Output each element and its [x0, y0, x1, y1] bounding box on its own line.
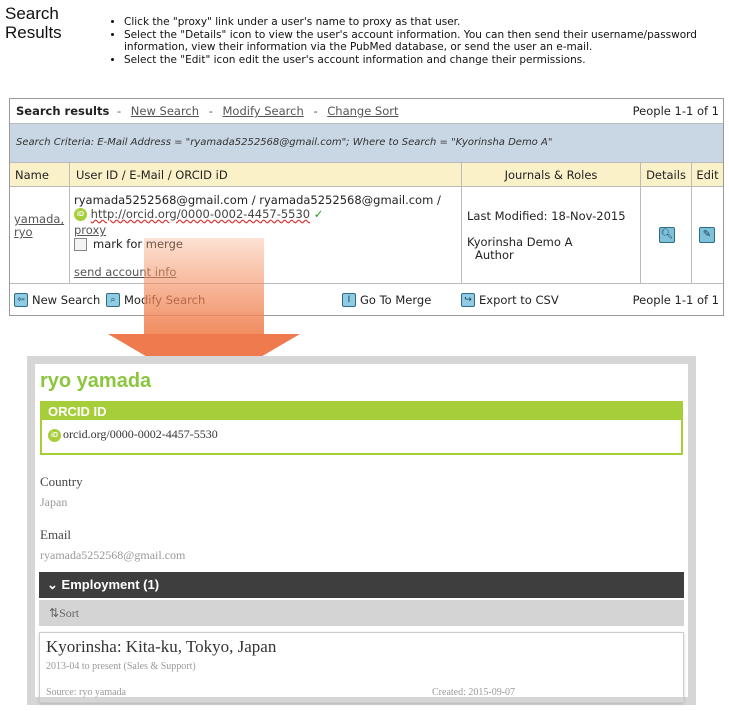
col-header-journals: Journals & Roles [462, 163, 641, 187]
sort-label: Sort [59, 606, 80, 620]
journals-cell: Last Modified: 18-Nov-2015 Kyorinsha Dem… [462, 187, 641, 284]
email-value: ryamada5252568@gmail.com [40, 548, 186, 562]
magnifier-icon[interactable]: 🔍︎ [659, 227, 675, 243]
table-row: yamada, ryo [10, 187, 70, 284]
employment-source: Source: ryo yamada [46, 687, 126, 698]
sort-bar[interactable]: ⇅Sort [39, 600, 684, 626]
separator: - [208, 104, 213, 118]
orcid-profile-panel: ryo yamada ORCID ID iD orcid.org/0000-000… [27, 356, 696, 705]
employment-header[interactable]: ⌄ Employment (1) [39, 572, 684, 598]
results-heading: Search results [16, 104, 110, 118]
go-to-merge-label: Go To Merge [360, 293, 432, 307]
separator: / [436, 193, 441, 207]
change-sort-link[interactable]: Change Sort [327, 104, 398, 118]
user-name-link[interactable]: yamada, ryo [14, 213, 68, 239]
results-count: People 1-1 of 1 [632, 104, 719, 118]
separator: / [251, 193, 256, 207]
country-label: Country [40, 474, 83, 489]
employment-dates: 2013-04 to present (Sales & Support) [46, 661, 196, 672]
orcid-line: iD http://orcid.org/0000-0002-4457-5530 … [74, 207, 323, 221]
chevron-down-icon: ⌄ [47, 577, 58, 592]
last-modified-label: Last Modified: [467, 209, 548, 223]
employment-heading: Employment (1) [61, 577, 160, 592]
col-header-details: Details [641, 163, 692, 187]
new-search-label: New Search [32, 293, 101, 307]
pencil-icon[interactable]: ✎ [699, 227, 715, 243]
orcid-url-link[interactable]: http://orcid.org/0000-0002-4457-5530 [91, 207, 310, 221]
col-header-user: User ID / E-Mail / ORCID iD [70, 163, 462, 187]
col-header-edit: Edit [692, 163, 723, 187]
search-criteria: Search Criteria: E-Mail Address = "ryama… [10, 124, 723, 163]
employment-org: Kyorinsha: Kita-ku, Tokyo, Japan [46, 637, 277, 656]
results-header: Search results - New Search - Modify Sea… [10, 99, 723, 124]
results-count-footer: People 1-1 of 1 [632, 293, 719, 307]
export-csv-button[interactable]: ↪ Export to CSV [461, 285, 559, 315]
check-icon: ✓ [313, 207, 324, 221]
user-cell: ryamada5252568@gmail.com / ryamada525256… [70, 187, 462, 284]
merge-checkbox[interactable] [74, 237, 87, 251]
sort-arrows-icon: ⇅ [49, 606, 60, 620]
new-search-button[interactable]: ⇦ New Search [14, 285, 100, 315]
new-search-link[interactable]: New Search [131, 104, 199, 118]
edit-cell: ✎ [692, 187, 723, 284]
instruction-item: Select the "Edit" icon edit the user's a… [124, 54, 729, 67]
orcid-id-heading: ORCID ID [42, 403, 681, 420]
employment-card: Kyorinsha: Kita-ku, Tokyo, Japan 2013-04… [39, 632, 684, 703]
last-modified-date: 18-Nov-2015 [551, 209, 626, 223]
instruction-item: Click the "proxy" link under a user's na… [124, 16, 729, 29]
email-label: Email [40, 527, 72, 542]
merge-icon: Ⅰ [342, 293, 356, 307]
separator: - [313, 104, 318, 118]
search-results-panel: Search results - New Search - Modify Sea… [9, 98, 724, 316]
instructions-list: Click the "proxy" link under a user's na… [108, 16, 729, 66]
go-to-merge-button[interactable]: Ⅰ Go To Merge [342, 285, 431, 315]
orcid-id-value[interactable]: orcid.org/0000-0002-4457-5530 [63, 427, 218, 441]
user-id-line: ryamada5252568@gmail.com / ryamada525256… [74, 193, 441, 207]
col-header-name: Name [10, 163, 70, 187]
orcid-id-icon: iD [74, 208, 87, 221]
results-footer: ⇦ New Search ⌕ Modify Search Ⅰ Go To Mer… [10, 285, 723, 315]
orcid-id-box: ORCID ID iD orcid.org/0000-0002-4457-5530 [40, 401, 683, 455]
proxy-link[interactable]: proxy [74, 223, 106, 237]
modify-search-link[interactable]: Modify Search [223, 104, 304, 118]
journal-role: Author [475, 248, 514, 262]
export-icon: ↪ [461, 293, 475, 307]
user-id: ryamada5252568@gmail.com [74, 193, 249, 207]
magnifier-icon: ⌕ [106, 293, 120, 307]
details-cell: 🔍︎ [641, 187, 692, 284]
separator: - [116, 104, 122, 118]
orcid-id-icon: iD [48, 428, 61, 442]
country-value: Japan [40, 495, 68, 509]
user-email: ryamada5252568@gmail.com [259, 193, 434, 207]
arrow-shaft [144, 238, 264, 334]
instruction-item: Select the "Details" icon to view the us… [124, 29, 729, 54]
profile-name: ryo yamada [40, 370, 152, 392]
orcid-id-value-row: iD orcid.org/0000-0002-4457-5530 [48, 427, 218, 442]
journal-name: Kyorinsha Demo A [467, 235, 573, 249]
export-label: Export to CSV [479, 293, 559, 307]
page-title: Search Results [5, 4, 62, 42]
back-arrow-icon: ⇦ [14, 293, 28, 307]
last-modified: Last Modified: 18-Nov-2015 [467, 209, 626, 223]
employment-created: Created: 2015-09-07 [432, 687, 516, 698]
